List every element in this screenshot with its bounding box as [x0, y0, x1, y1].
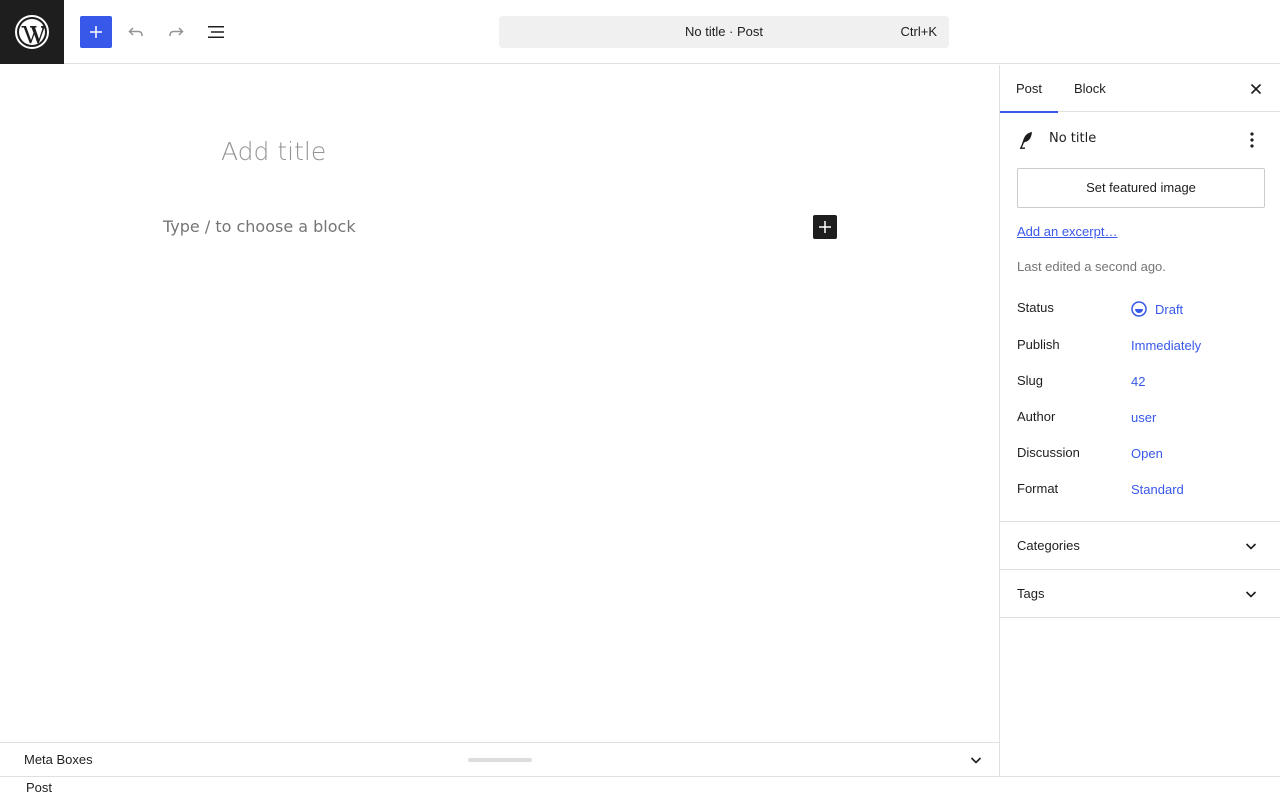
- meta-boxes-toggle[interactable]: [965, 749, 987, 771]
- post-actions-button[interactable]: [1240, 128, 1264, 152]
- field-status: Status Draft: [1017, 300, 1265, 320]
- publish-date-toggle[interactable]: Immediately: [1131, 338, 1201, 353]
- editor-canvas: Add title Type / to choose a block: [0, 65, 999, 742]
- keyboard-shortcut: Ctrl+K: [900, 24, 937, 39]
- categories-label: Categories: [1017, 538, 1080, 553]
- author-label: Author: [1017, 409, 1056, 424]
- chevron-down-icon: [1242, 537, 1260, 555]
- resize-handle[interactable]: [468, 758, 532, 762]
- feather-icon: [1017, 130, 1037, 150]
- panel-categories[interactable]: Categories: [1000, 522, 1280, 570]
- divider: [1000, 617, 1280, 618]
- undo-icon: [128, 27, 143, 36]
- plus-icon: [819, 221, 831, 233]
- document-title: No title · Post: [684, 24, 764, 39]
- sidebar-tabs: Post Block: [1000, 65, 1280, 113]
- author-toggle[interactable]: user: [1131, 410, 1156, 425]
- field-format: Format Standard: [1017, 481, 1265, 501]
- publish-label: Publish: [1017, 337, 1060, 352]
- default-block-appender[interactable]: Type / to choose a block: [163, 217, 356, 236]
- redo-icon: [169, 27, 184, 36]
- close-icon: [1250, 83, 1262, 95]
- undo-button[interactable]: [120, 16, 152, 48]
- status-label: Status: [1017, 300, 1054, 315]
- field-publish: Publish Immediately: [1017, 337, 1265, 357]
- plus-icon: [90, 26, 102, 38]
- slug-toggle[interactable]: 42: [1131, 374, 1145, 389]
- panel-tags[interactable]: Tags: [1000, 570, 1280, 618]
- chevron-down-icon: [1242, 585, 1260, 603]
- breadcrumb-item-post[interactable]: Post: [26, 777, 52, 799]
- discussion-label: Discussion: [1017, 445, 1080, 460]
- set-featured-image-button[interactable]: Set featured image: [1017, 168, 1265, 208]
- settings-sidebar: Post Block No title Set featured image A…: [999, 65, 1280, 776]
- add-block-button[interactable]: [80, 16, 112, 48]
- field-discussion: Discussion Open: [1017, 445, 1265, 465]
- close-settings-button[interactable]: [1244, 77, 1268, 101]
- add-excerpt-link[interactable]: Add an excerpt…: [1017, 224, 1117, 239]
- editor-header: No title · Post Ctrl+K: [0, 0, 1280, 64]
- block-breadcrumb: Post: [0, 776, 1280, 800]
- status-value: Draft: [1155, 301, 1184, 317]
- tags-label: Tags: [1017, 586, 1045, 601]
- command-palette-button[interactable]: No title · Post Ctrl+K: [499, 16, 949, 48]
- wordpress-logo-icon[interactable]: [0, 0, 64, 64]
- status-toggle[interactable]: Draft: [1131, 301, 1183, 317]
- tab-post[interactable]: Post: [1000, 65, 1059, 113]
- meta-boxes-panel: Meta Boxes: [0, 742, 999, 776]
- format-label: Format: [1017, 481, 1059, 496]
- draft-status-icon: [1131, 301, 1147, 317]
- meta-boxes-label: Meta Boxes: [24, 752, 93, 767]
- chevron-down-icon: [970, 757, 982, 764]
- format-toggle[interactable]: Standard: [1131, 482, 1184, 497]
- more-vertical-icon: [1250, 132, 1254, 148]
- last-edited-text: Last edited a second ago.: [1017, 259, 1166, 274]
- discussion-toggle[interactable]: Open: [1131, 446, 1163, 461]
- field-slug: Slug 42: [1017, 373, 1265, 393]
- block-inserter-button[interactable]: [813, 215, 837, 239]
- document-overview-button[interactable]: [200, 16, 232, 48]
- slug-label: Slug: [1017, 373, 1044, 388]
- post-card-title: No title: [1049, 131, 1097, 146]
- tab-block[interactable]: Block: [1058, 65, 1122, 112]
- field-author: Author user: [1017, 409, 1265, 429]
- redo-button[interactable]: [160, 16, 192, 48]
- post-title-input[interactable]: Add title: [221, 137, 326, 166]
- list-view-icon: [208, 26, 224, 38]
